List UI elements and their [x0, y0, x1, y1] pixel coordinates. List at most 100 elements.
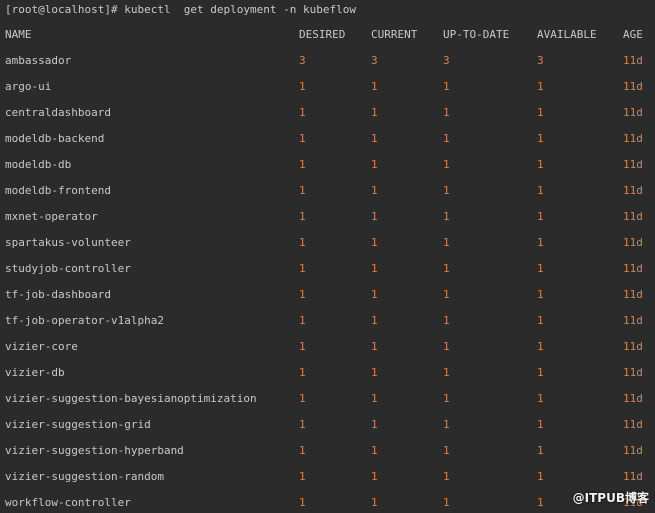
desired-count: 1 [299, 80, 306, 93]
current-count: 1 [371, 496, 378, 509]
table-row: vizier-core 1 1 1 1 11d [0, 339, 655, 355]
current-count: 1 [371, 470, 378, 483]
available-count: 1 [537, 158, 544, 171]
current-count: 3 [371, 54, 378, 67]
up-to-date-count: 3 [443, 54, 450, 67]
available-count: 1 [537, 444, 544, 457]
available-count: 1 [537, 262, 544, 275]
up-to-date-count: 1 [443, 288, 450, 301]
available-count: 1 [537, 496, 544, 509]
current-count: 1 [371, 314, 378, 327]
age-value: 11d [623, 158, 643, 171]
table-row: tf-job-dashboard 1 1 1 1 11d [0, 287, 655, 303]
available-count: 1 [537, 288, 544, 301]
deployment-name: studyjob-controller [5, 262, 131, 275]
up-to-date-count: 1 [443, 132, 450, 145]
age-value: 11d [623, 80, 643, 93]
current-count: 1 [371, 80, 378, 93]
current-count: 1 [371, 340, 378, 353]
available-count: 1 [537, 470, 544, 483]
current-count: 1 [371, 288, 378, 301]
table-row: centraldashboard 1 1 1 1 11d [0, 105, 655, 121]
current-count: 1 [371, 236, 378, 249]
up-to-date-count: 1 [443, 470, 450, 483]
deployment-name: centraldashboard [5, 106, 111, 119]
current-count: 1 [371, 366, 378, 379]
age-value: 11d [623, 132, 643, 145]
terminal-window[interactable]: [root@localhost]# kubectl get deployment… [0, 0, 655, 513]
age-value: 11d [623, 236, 643, 249]
age-value: 11d [623, 106, 643, 119]
age-value: 11d [623, 470, 643, 483]
desired-count: 1 [299, 288, 306, 301]
deployment-name: vizier-core [5, 340, 78, 353]
age-value: 11d [623, 314, 643, 327]
table-row: modeldb-frontend 1 1 1 1 11d [0, 183, 655, 199]
up-to-date-count: 1 [443, 366, 450, 379]
deployment-name: workflow-controller [5, 496, 131, 509]
table-row: spartakus-volunteer 1 1 1 1 11d [0, 235, 655, 251]
deployment-name: vizier-suggestion-random [5, 470, 164, 483]
table-row: vizier-db 1 1 1 1 11d [0, 365, 655, 381]
available-count: 1 [537, 80, 544, 93]
available-count: 1 [537, 106, 544, 119]
deployment-name: vizier-suggestion-bayesianoptimization [5, 392, 257, 405]
desired-count: 1 [299, 314, 306, 327]
deployment-name: spartakus-volunteer [5, 236, 131, 249]
current-count: 1 [371, 210, 378, 223]
deployment-name: modeldb-db [5, 158, 72, 171]
up-to-date-count: 1 [443, 496, 450, 509]
deployment-name: tf-job-operator-v1alpha2 [5, 314, 164, 327]
deployment-name: tf-job-dashboard [5, 288, 111, 301]
table-row: vizier-suggestion-hyperband 1 1 1 1 11d [0, 443, 655, 459]
up-to-date-count: 1 [443, 184, 450, 197]
current-count: 1 [371, 418, 378, 431]
deployment-name: ambassador [5, 54, 72, 67]
desired-count: 1 [299, 106, 306, 119]
deployment-name: vizier-db [5, 366, 65, 379]
up-to-date-count: 1 [443, 418, 450, 431]
deployment-name: mxnet-operator [5, 210, 98, 223]
table-row: tf-job-operator-v1alpha2 1 1 1 1 11d [0, 313, 655, 329]
table-row: vizier-suggestion-bayesianoptimization 1 1… [0, 391, 655, 407]
up-to-date-count: 1 [443, 236, 450, 249]
table-row: modeldb-db 1 1 1 1 11d [0, 157, 655, 173]
table-row: argo-ui 1 1 1 1 11d [0, 79, 655, 95]
available-count: 1 [537, 210, 544, 223]
desired-count: 1 [299, 444, 306, 457]
deployment-name: argo-ui [5, 80, 52, 93]
table-row: vizier-suggestion-grid 1 1 1 1 11d [0, 417, 655, 433]
current-count: 1 [371, 106, 378, 119]
available-count: 3 [537, 54, 544, 67]
desired-count: 1 [299, 158, 306, 171]
desired-count: 1 [299, 366, 306, 379]
up-to-date-count: 1 [443, 392, 450, 405]
up-to-date-count: 1 [443, 106, 450, 119]
up-to-date-count: 1 [443, 210, 450, 223]
watermark: @ITPUB博客 [572, 491, 649, 505]
table-row: ambassador 3 3 3 3 11d [0, 53, 655, 69]
up-to-date-count: 1 [443, 80, 450, 93]
deployment-name: vizier-suggestion-grid [5, 418, 151, 431]
age-value: 11d [623, 418, 643, 431]
table-row: studyjob-controller 1 1 1 1 11d [0, 261, 655, 277]
desired-count: 1 [299, 184, 306, 197]
column-header-available: AVAILABLE [537, 28, 597, 41]
column-header-desired: DESIRED [299, 28, 346, 41]
current-count: 1 [371, 132, 378, 145]
current-count: 1 [371, 444, 378, 457]
table-header: NAME DESIRED CURRENT UP-TO-DATE AVAILABL… [0, 27, 655, 43]
command-prompt: [root@localhost]# kubectl get deployment… [5, 3, 356, 16]
table-row: modeldb-backend 1 1 1 1 11d [0, 131, 655, 147]
current-count: 1 [371, 392, 378, 405]
deployment-name: modeldb-frontend [5, 184, 111, 197]
desired-count: 1 [299, 262, 306, 275]
age-value: 11d [623, 262, 643, 275]
available-count: 1 [537, 314, 544, 327]
desired-count: 1 [299, 470, 306, 483]
deployment-name: modeldb-backend [5, 132, 105, 145]
available-count: 1 [537, 392, 544, 405]
deployment-name: vizier-suggestion-hyperband [5, 444, 184, 457]
desired-count: 1 [299, 392, 306, 405]
table-row: workflow-controller 1 1 1 1 11d [0, 495, 655, 511]
